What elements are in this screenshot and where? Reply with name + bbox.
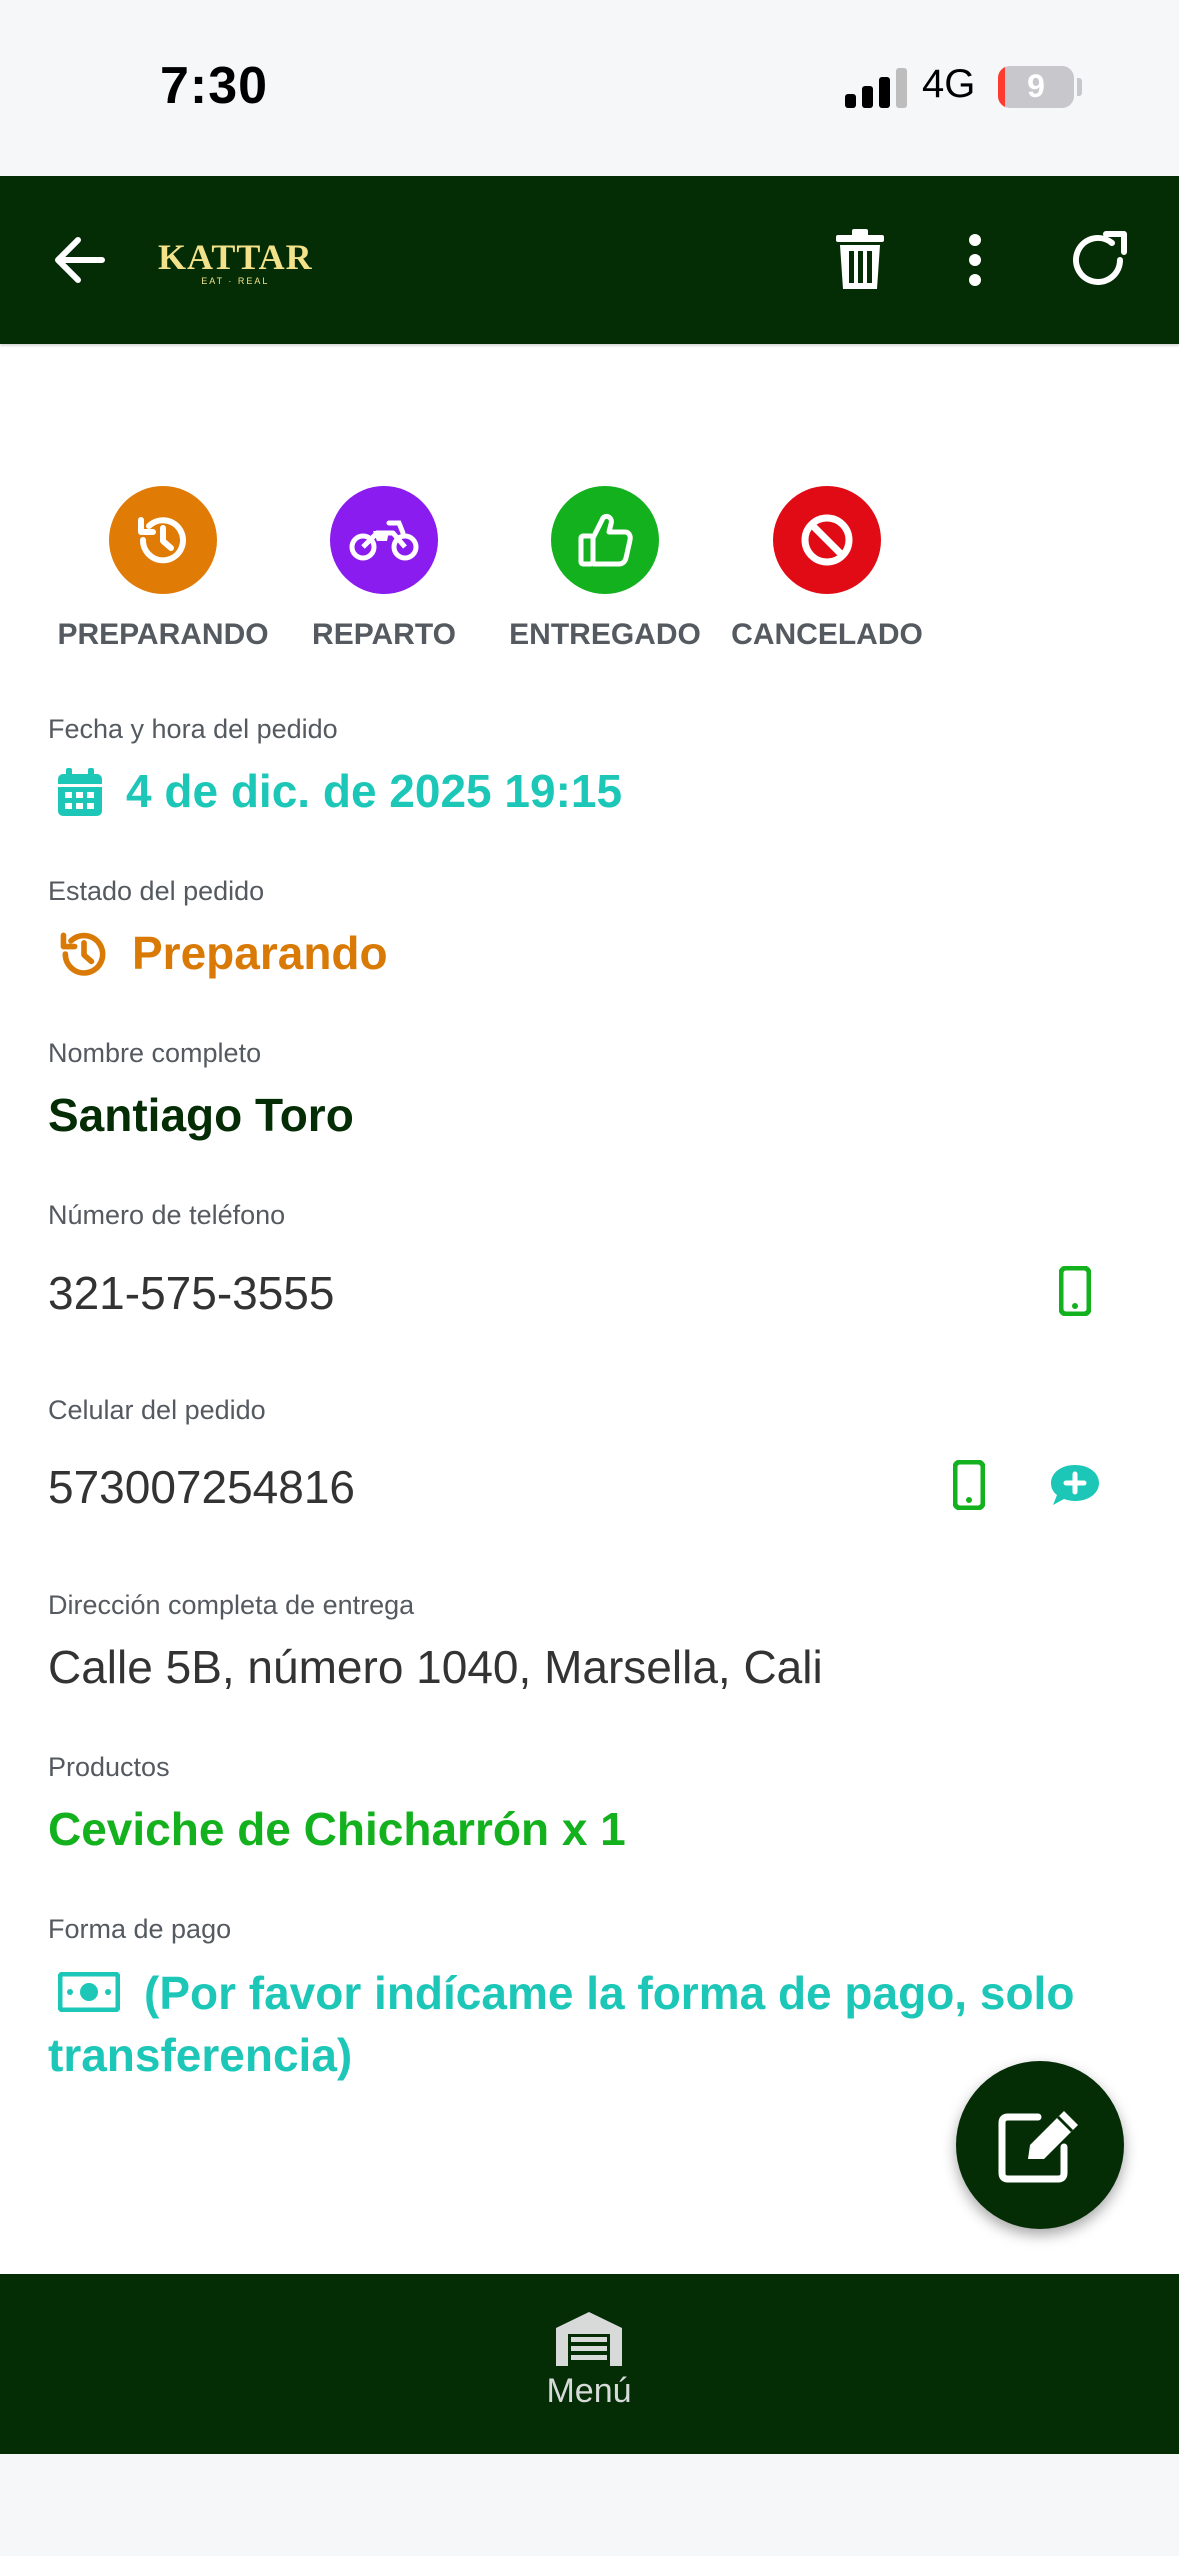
- mobile-phone-icon: [1059, 1266, 1091, 1316]
- products-label: Productos: [48, 1752, 170, 1782]
- payment-label: Forma de pago: [48, 1914, 232, 1944]
- order-cell-value: 573007254816: [48, 1461, 355, 1513]
- order-cell-label: Celular del pedido: [48, 1395, 266, 1425]
- order-status-actions: PREPARANDO REPARTO ENTREGADO CANCELADO: [0, 486, 1179, 656]
- address-value: Calle 5B, número 1040, Marsella, Cali: [48, 1641, 823, 1693]
- call-cell-button[interactable]: [934, 1450, 1004, 1520]
- mobile-phone-icon: [953, 1460, 985, 1510]
- phone-value: 321-575-3555: [48, 1267, 335, 1319]
- status-preparando-button[interactable]: PREPARANDO: [57, 486, 269, 652]
- status-reparto-button[interactable]: REPARTO: [279, 486, 489, 652]
- logo-text: KATTAR: [158, 237, 313, 277]
- full-name-value: Santiago Toro: [48, 1089, 354, 1141]
- full-name-label: Nombre completo: [48, 1038, 262, 1068]
- battery-icon: 9: [998, 66, 1074, 108]
- nav-menu-tab[interactable]: Menú: [489, 2274, 689, 2454]
- order-date-label: Fecha y hora del pedido: [48, 714, 338, 744]
- status-circle: [330, 486, 438, 594]
- products-value: Ceviche de Chicharrón x 1: [48, 1803, 626, 1855]
- battery-nub: [1077, 78, 1082, 96]
- refresh-button[interactable]: [1045, 176, 1155, 344]
- network-type: 4G: [922, 62, 976, 106]
- status-circle: [773, 486, 881, 594]
- call-phone-button[interactable]: [1040, 1256, 1110, 1326]
- payment-value-line2: transferencia): [48, 2029, 353, 2081]
- more-vertical-icon: [969, 234, 981, 286]
- order-state-label: Estado del pedido: [48, 876, 265, 906]
- status-circle: [551, 486, 659, 594]
- back-button[interactable]: [30, 176, 130, 344]
- history-icon: [60, 932, 106, 976]
- warehouse-icon: [556, 2312, 622, 2366]
- more-options-button[interactable]: [935, 176, 1015, 344]
- payment-value-line1: (Por favor indícame la forma de pago, so…: [144, 1967, 1075, 2019]
- status-cancelado-button[interactable]: CANCELADO: [722, 486, 932, 652]
- history-icon: [138, 517, 186, 564]
- status-entregado-button[interactable]: ENTREGADO: [500, 486, 710, 652]
- status-bar: 7:30 4G 9: [0, 0, 1179, 176]
- app-bar: KATTAR EAT · REAL: [0, 176, 1179, 344]
- trash-icon: [836, 229, 884, 289]
- delete-button[interactable]: [810, 176, 910, 344]
- status-label: CANCELADO: [731, 618, 923, 651]
- nav-menu-label: Menú: [546, 2372, 632, 2410]
- edit-icon: [998, 2111, 1078, 2183]
- phone-label: Número de teléfono: [48, 1200, 286, 1230]
- home-indicator-area: [0, 2454, 1179, 2556]
- ban-icon: [801, 514, 853, 566]
- calendar-icon: [58, 768, 102, 816]
- address-label: Dirección completa de entrega: [48, 1590, 415, 1620]
- refresh-icon: [1073, 231, 1127, 285]
- order-date-value: 4 de dic. de 2025 19:15: [126, 765, 623, 817]
- back-arrow-icon: [55, 237, 105, 283]
- chat-plus-icon: [1051, 1465, 1099, 1505]
- edit-order-button[interactable]: [956, 2061, 1124, 2229]
- status-label: ENTREGADO: [509, 618, 701, 651]
- motorcycle-icon: [349, 520, 419, 561]
- order-state-value: Preparando: [132, 927, 388, 979]
- message-button[interactable]: [1040, 1450, 1110, 1520]
- status-label: PREPARANDO: [57, 618, 269, 651]
- battery-level: 9: [1027, 68, 1045, 104]
- thumbs-up-icon: [578, 513, 633, 567]
- status-time: 7:30: [160, 57, 269, 115]
- bottom-navigation: Menú: [0, 2274, 1179, 2454]
- brand-logo: KATTAR EAT · REAL: [158, 236, 313, 286]
- status-label: REPARTO: [312, 618, 456, 651]
- signal-icon: [845, 68, 907, 108]
- money-bill-icon: [58, 1972, 120, 2012]
- status-circle: [109, 486, 217, 594]
